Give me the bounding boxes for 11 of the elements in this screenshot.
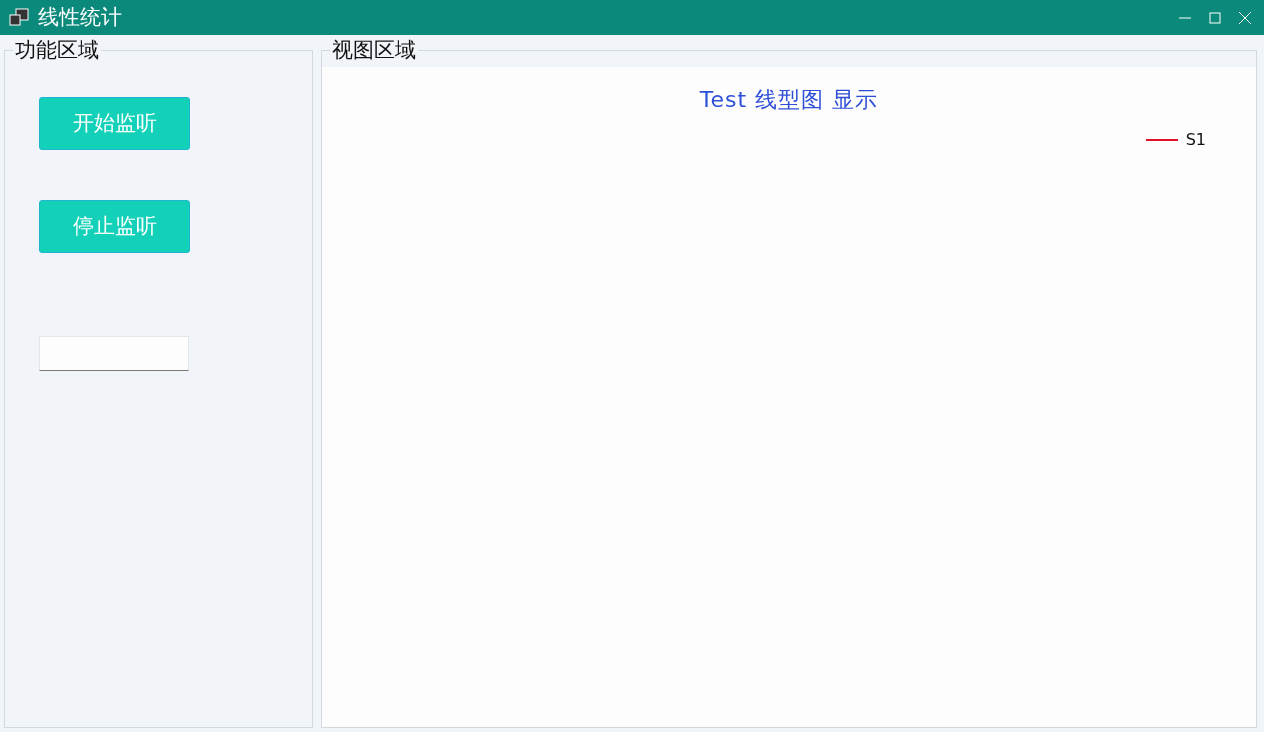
- stop-button[interactable]: 停止监听: [39, 200, 190, 253]
- input-field[interactable]: [39, 336, 189, 371]
- app-icon: [8, 7, 30, 28]
- close-icon: [1239, 11, 1251, 24]
- legend-label: S1: [1185, 129, 1206, 151]
- window-title: 线性统计: [38, 7, 122, 28]
- group-title: 功能区域: [14, 40, 100, 61]
- group-title: 视图区域: [331, 40, 417, 61]
- start-button[interactable]: 开始监听: [39, 97, 190, 150]
- maximize-icon: [1209, 11, 1221, 24]
- chart-title: Test 线型图 显示: [699, 87, 879, 112]
